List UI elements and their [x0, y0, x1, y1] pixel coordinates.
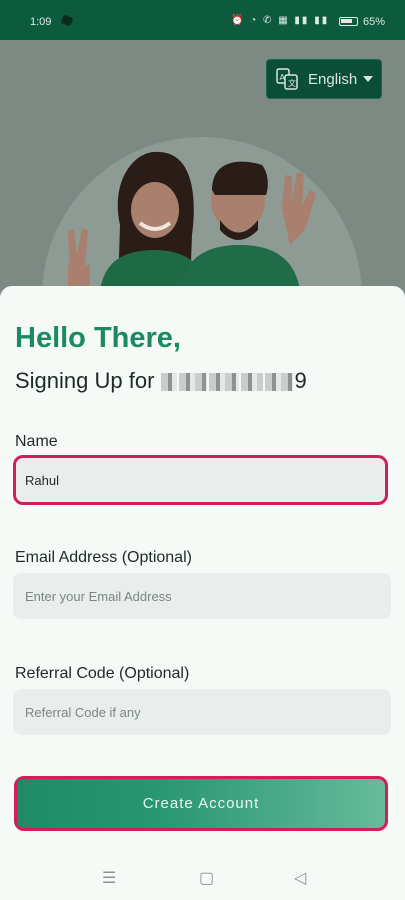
email-label: Email Address (Optional) [15, 549, 192, 566]
create-account-button[interactable]: Create Account [14, 776, 388, 831]
status-icons: ⏰ ◔ ✆ ▦ ▮▮ ▮▮ [231, 15, 330, 26]
masked-phone-segment [160, 373, 177, 392]
system-nav-bar: ☰ ▢ ◁ [0, 860, 405, 900]
language-label: English [308, 70, 358, 88]
masked-phone-segment [264, 373, 293, 392]
name-label: Name [15, 433, 58, 450]
svg-text:A: A [280, 73, 286, 82]
language-selector-button[interactable]: A 文 English [266, 59, 382, 99]
referral-label: Referral Code (Optional) [15, 665, 190, 682]
translate-icon: A 文 [276, 68, 298, 90]
back-button[interactable]: ◁ [294, 868, 306, 888]
masked-phone-segment [240, 373, 263, 392]
signup-subtitle: Signing Up for 9 [15, 368, 307, 394]
status-time: 1:09 [30, 16, 52, 28]
masked-phone-segment [178, 373, 207, 392]
referral-code-field[interactable]: Referral Code if any [13, 689, 391, 735]
name-field[interactable]: Rahul [13, 455, 388, 505]
phone-suffix: 9 [294, 368, 307, 393]
chevron-down-icon [363, 76, 374, 82]
greeting-title: Hello There, [15, 322, 181, 354]
hero-illustration: A 文 English [0, 40, 405, 290]
signup-prefix: Signing Up for [15, 368, 155, 393]
notification-icon [60, 14, 74, 27]
svg-text:文: 文 [288, 78, 296, 88]
battery-percent: 65% [363, 16, 386, 28]
email-field[interactable]: Enter your Email Address [13, 573, 391, 619]
home-button[interactable]: ▢ [199, 868, 214, 888]
status-bar: 1:09 ⏰ ◔ ✆ ▦ ▮▮ ▮▮ 65% [0, 0, 405, 40]
masked-phone-segment [208, 373, 239, 392]
recent-apps-button[interactable]: ☰ [102, 868, 116, 888]
battery-icon [339, 17, 358, 26]
